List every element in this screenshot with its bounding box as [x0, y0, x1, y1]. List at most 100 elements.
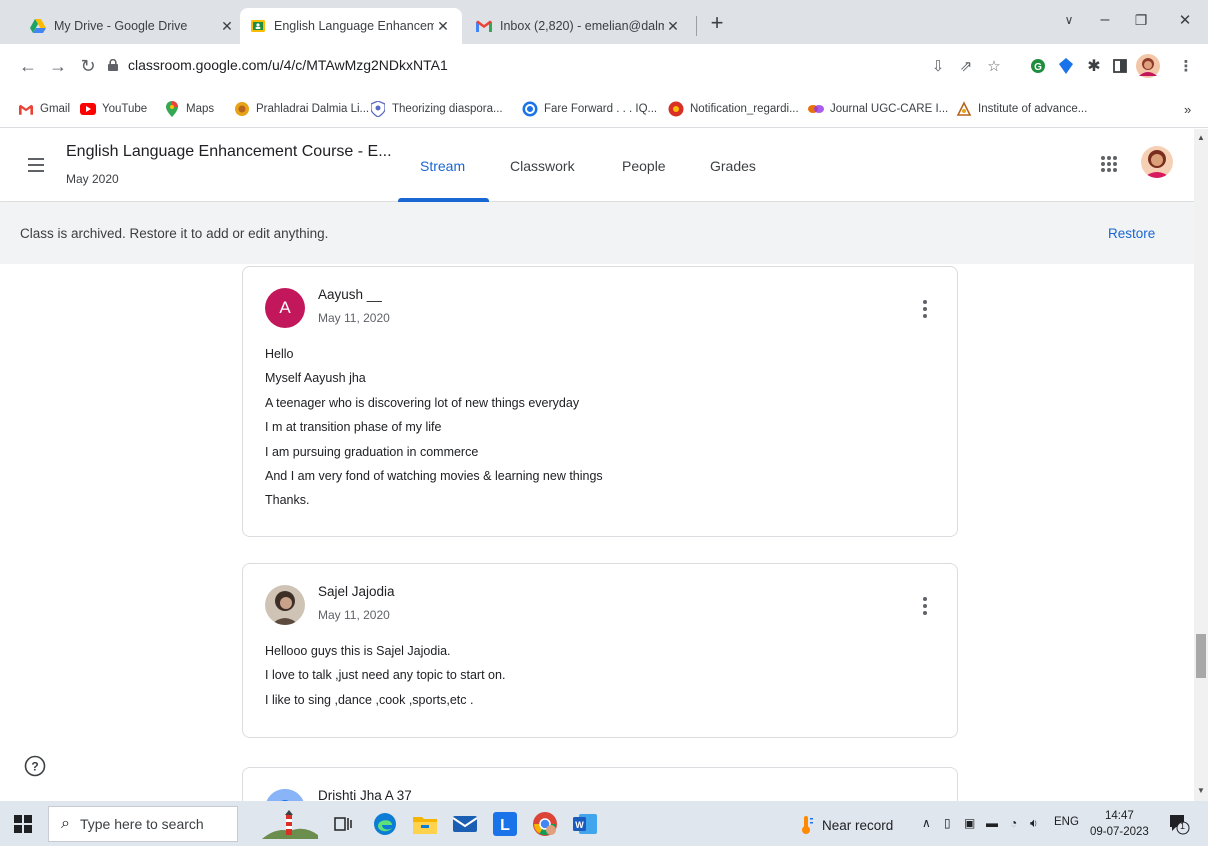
scroll-down-arrow-icon[interactable]: ▼ — [1197, 786, 1205, 795]
bookmark-journal[interactable]: Journal UGC-CARE I... — [808, 100, 948, 118]
tab-classroom[interactable]: English Language Enhancement ✕ — [240, 8, 462, 44]
post-line: I love to talk ,just need any topic to s… — [265, 668, 506, 683]
tray-meet-icon[interactable]: ▣ — [964, 816, 975, 830]
new-tab-button[interactable]: + — [704, 10, 730, 36]
volume-icon[interactable]: 🔉︎ — [1030, 816, 1038, 831]
bookmark-institute[interactable]: Institute of advance... — [956, 100, 1087, 118]
tab-close-icon[interactable]: ✕ — [664, 17, 682, 35]
side-panel-icon[interactable] — [1110, 56, 1130, 76]
bookmark-label: Gmail — [40, 103, 71, 115]
extensions-puzzle-icon[interactable]: ✱ — [1084, 56, 1104, 76]
task-view-icon[interactable] — [328, 809, 358, 839]
post-body: Hellooo guys this is Sajel Jajodia. I lo… — [265, 639, 505, 712]
edge-browser-icon[interactable] — [370, 809, 400, 839]
tab-google-drive[interactable]: My Drive - Google Drive ✕ — [20, 8, 246, 44]
bookmark-label: YouTube — [102, 103, 148, 115]
scroll-up-arrow-icon[interactable]: ▲ — [1197, 133, 1205, 142]
notification-center-icon[interactable]: 1 — [1168, 813, 1190, 835]
archived-message: Class is archived. Restore it to add or … — [20, 226, 329, 241]
bookmark-notification[interactable]: Notification_regardi... — [668, 100, 799, 118]
bookmark-label: Prahladrai Dalmia Li... — [256, 103, 370, 115]
address-bar[interactable]: classroom.google.com/u/4/c/MTAwMzg2NDkxN… — [108, 50, 1008, 80]
mail-app-icon[interactable] — [450, 809, 480, 839]
extension-grammarly-icon[interactable]: G — [1028, 56, 1048, 76]
gmail-icon — [476, 18, 492, 34]
class-title[interactable]: English Language Enhancement Course - E.… — [66, 143, 392, 161]
bookmark-theorizing[interactable]: Theorizing diaspora... — [370, 100, 503, 118]
tab-stream[interactable]: Stream — [420, 129, 465, 202]
file-explorer-icon[interactable] — [410, 809, 440, 839]
tray-device-icon[interactable]: ▯ — [944, 816, 951, 830]
bookmark-star-icon[interactable]: ☆ — [984, 56, 1004, 76]
main-menu-icon[interactable] — [22, 151, 50, 179]
taskbar-search-input[interactable]: ⌕ Type here to search — [48, 806, 238, 842]
bookmark-label: Journal UGC-CARE I... — [830, 103, 949, 115]
install-app-icon[interactable]: ⇩ — [928, 56, 948, 76]
journal-logo-icon — [808, 101, 824, 117]
more-options-icon[interactable] — [915, 299, 935, 319]
clock-date: 09-07-2023 — [1090, 826, 1149, 838]
bookmark-fare-forward[interactable]: Fare Forward . . . IQ... — [522, 100, 657, 118]
extension-diamond-icon[interactable] — [1056, 56, 1076, 76]
post-line: Hellooo guys this is Sajel Jajodia. — [265, 644, 451, 658]
tab-classwork[interactable]: Classwork — [510, 129, 575, 202]
svg-text:G: G — [1034, 62, 1042, 73]
notification-logo-icon — [668, 101, 684, 117]
library-icon — [234, 101, 250, 117]
page-scrollbar[interactable]: ▲ ▼ — [1194, 129, 1208, 801]
taskbar-lighthouse-widget-icon[interactable] — [262, 809, 318, 839]
battery-icon[interactable]: ▬ — [986, 816, 998, 830]
restore-window-button[interactable]: ❐ — [1118, 0, 1164, 40]
stream-content: A Aayush __ May 11, 2020 Hello Myself Aa… — [0, 264, 1194, 801]
l-app-icon[interactable]: L — [490, 809, 520, 839]
reload-icon[interactable]: ↻ — [74, 52, 102, 80]
weather-widget[interactable]: Near record — [800, 815, 893, 835]
archived-banner: Class is archived. Restore it to add or … — [0, 202, 1194, 264]
tab-grades[interactable]: Grades — [710, 129, 756, 202]
tab-gmail[interactable]: Inbox (2,820) - emelian@dalmial ✕ — [466, 8, 692, 44]
classroom-header: English Language Enhancement Course - E.… — [0, 129, 1194, 202]
bookmark-youtube[interactable]: YouTube — [80, 100, 147, 118]
wifi-icon[interactable]: ◔ — [1010, 816, 1017, 830]
gmail-icon — [18, 101, 34, 117]
svg-text:L: L — [500, 817, 510, 834]
svg-text:W: W — [575, 820, 584, 830]
language-indicator[interactable]: ENG — [1054, 816, 1079, 828]
bookmark-label: Notification_regardi... — [690, 103, 799, 115]
forward-arrow-icon[interactable]: → — [44, 52, 72, 80]
back-arrow-icon[interactable]: ← — [14, 52, 42, 80]
post-line: A teenager who is discovering lot of new… — [265, 395, 580, 410]
tab-people[interactable]: People — [622, 129, 666, 202]
bookmark-gmail[interactable]: Gmail — [18, 100, 70, 118]
tab-close-icon[interactable]: ✕ — [218, 17, 236, 35]
bookmark-maps[interactable]: Maps — [164, 100, 214, 118]
bookmark-prahladrai[interactable]: Prahladrai Dalmia Li... — [234, 100, 369, 118]
google-apps-grid-icon[interactable] — [1100, 155, 1120, 175]
url-text: classroom.google.com/u/4/c/MTAwMzg2NDkxN… — [128, 57, 448, 73]
tab-close-icon[interactable]: ✕ — [434, 17, 452, 35]
system-clock[interactable]: 14:47 09-07-2023 — [1090, 808, 1149, 840]
post-date: May 11, 2020 — [318, 311, 390, 325]
notification-count: 1 — [1180, 821, 1186, 831]
chrome-profile-icon[interactable] — [530, 809, 560, 839]
browser-menu-icon[interactable]: ⋮ — [1176, 56, 1196, 76]
bookmark-label: Theorizing diaspora... — [392, 103, 503, 115]
help-icon[interactable]: ? — [24, 755, 46, 777]
bookmarks-overflow-icon[interactable]: » — [1184, 100, 1191, 118]
scrollbar-thumb[interactable] — [1196, 634, 1206, 678]
bookmark-label: Maps — [186, 103, 215, 115]
post-line: And I am very fond of watching movies & … — [265, 469, 603, 484]
windows-start-icon[interactable] — [14, 815, 32, 833]
bookmark-label: Institute of advance... — [978, 103, 1088, 115]
profile-avatar[interactable] — [1136, 54, 1160, 78]
word-app-icon[interactable]: W — [570, 809, 600, 839]
post-author: Aayush __ — [318, 287, 382, 302]
maps-pin-icon — [164, 101, 180, 117]
share-icon[interactable]: ⇗ — [956, 56, 976, 76]
svg-text:?: ? — [31, 760, 38, 774]
more-options-icon[interactable] — [915, 596, 935, 616]
account-avatar[interactable] — [1141, 146, 1173, 178]
close-window-button[interactable]: ✕ — [1162, 0, 1208, 40]
restore-button[interactable]: Restore — [1108, 226, 1155, 241]
show-hidden-icons-chevron-icon[interactable]: ∧ — [922, 816, 931, 830]
